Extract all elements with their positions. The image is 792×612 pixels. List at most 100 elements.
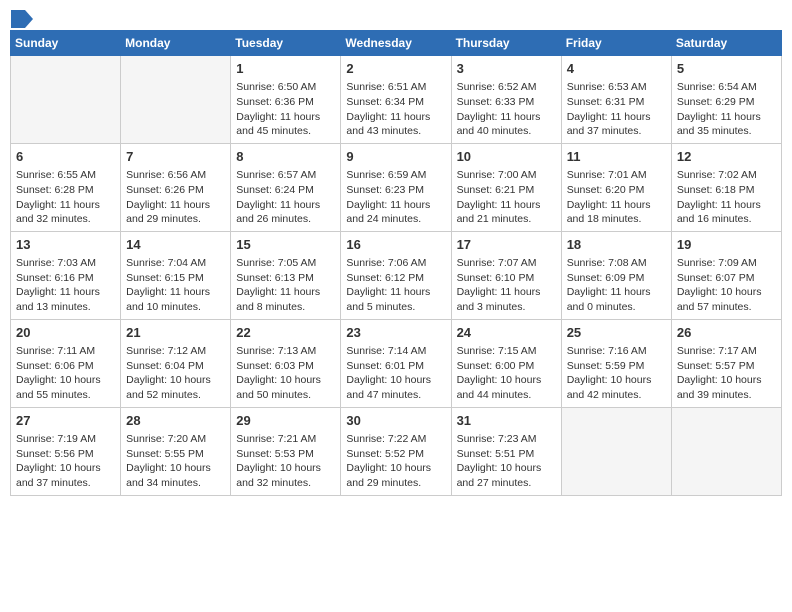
calendar-cell: 6Sunrise: 6:55 AM Sunset: 6:28 PM Daylig…: [11, 143, 121, 231]
day-number: 3: [457, 60, 556, 78]
day-number: 17: [457, 236, 556, 254]
day-number: 26: [677, 324, 776, 342]
day-info: Sunrise: 6:51 AM Sunset: 6:34 PM Dayligh…: [346, 80, 445, 139]
day-info: Sunrise: 7:07 AM Sunset: 6:10 PM Dayligh…: [457, 256, 556, 315]
calendar-cell: 11 Sunrise: 7:01 AM Sunset: 6:20 PM Dayli…: [561, 143, 671, 231]
day-info: Sunrise: 7:20 AM Sunset: 5:55 PM Dayligh…: [126, 432, 225, 491]
day-info: Sunrise: 7:19 AM Sunset: 5:56 PM Dayligh…: [16, 432, 115, 491]
calendar-cell: 24 Sunrise: 7:15 AM Sunset: 6:00 PM Dayli…: [451, 319, 561, 407]
day-number: 20: [16, 324, 115, 342]
day-number: 18: [567, 236, 666, 254]
day-number: 28: [126, 412, 225, 430]
calendar-cell: 21 Sunrise: 7:12 AM Sunset: 6:04 PM Dayli…: [121, 319, 231, 407]
calendar-week-row: 13 Sunrise: 7:03 AM Sunset: 6:16 PM Dayli…: [11, 231, 782, 319]
day-number: 30: [346, 412, 445, 430]
day-number: 19: [677, 236, 776, 254]
calendar-cell: 3 Sunrise: 6:52 AM Sunset: 6:33 PM Daylig…: [451, 56, 561, 144]
calendar-cell: 20 Sunrise: 7:11 AM Sunset: 6:06 PM Dayli…: [11, 319, 121, 407]
calendar-cell: 25 Sunrise: 7:16 AM Sunset: 5:59 PM Dayli…: [561, 319, 671, 407]
weekday-header: Sunday: [11, 31, 121, 56]
day-number: 29: [236, 412, 335, 430]
day-number: 25: [567, 324, 666, 342]
weekday-header: Saturday: [671, 31, 781, 56]
day-info: Sunrise: 7:04 AM Sunset: 6:15 PM Dayligh…: [126, 256, 225, 315]
day-info: Sunrise: 7:23 AM Sunset: 5:51 PM Dayligh…: [457, 432, 556, 491]
day-number: 5: [677, 60, 776, 78]
day-number: 23: [346, 324, 445, 342]
calendar-cell: 14Sunrise: 7:04 AM Sunset: 6:15 PM Dayli…: [121, 231, 231, 319]
day-info: Sunrise: 7:02 AM Sunset: 6:18 PM Dayligh…: [677, 168, 776, 227]
day-number: 31: [457, 412, 556, 430]
calendar-cell: 16 Sunrise: 7:06 AM Sunset: 6:12 PM Dayli…: [341, 231, 451, 319]
day-number: 9: [346, 148, 445, 166]
weekday-header: Wednesday: [341, 31, 451, 56]
calendar-cell: [121, 56, 231, 144]
calendar-cell: 29 Sunrise: 7:21 AM Sunset: 5:53 PM Dayli…: [231, 407, 341, 495]
day-info: Sunrise: 6:59 AM Sunset: 6:23 PM Dayligh…: [346, 168, 445, 227]
calendar-cell: 30 Sunrise: 7:22 AM Sunset: 5:52 PM Dayli…: [341, 407, 451, 495]
logo: [10, 10, 34, 24]
day-number: 15: [236, 236, 335, 254]
calendar-week-row: 20 Sunrise: 7:11 AM Sunset: 6:06 PM Dayli…: [11, 319, 782, 407]
calendar-cell: 26 Sunrise: 7:17 AM Sunset: 5:57 PM Dayli…: [671, 319, 781, 407]
day-number: 2: [346, 60, 445, 78]
day-info: Sunrise: 6:53 AM Sunset: 6:31 PM Dayligh…: [567, 80, 666, 139]
day-number: 11: [567, 148, 666, 166]
day-info: Sunrise: 7:15 AM Sunset: 6:00 PM Dayligh…: [457, 344, 556, 403]
day-info: Sunrise: 6:57 AM Sunset: 6:24 PM Dayligh…: [236, 168, 335, 227]
calendar-week-row: 6Sunrise: 6:55 AM Sunset: 6:28 PM Daylig…: [11, 143, 782, 231]
day-info: Sunrise: 6:50 AM Sunset: 6:36 PM Dayligh…: [236, 80, 335, 139]
calendar-cell: 23 Sunrise: 7:14 AM Sunset: 6:01 PM Dayli…: [341, 319, 451, 407]
calendar-cell: [11, 56, 121, 144]
day-number: 12: [677, 148, 776, 166]
calendar-cell: 22Sunrise: 7:13 AM Sunset: 6:03 PM Dayli…: [231, 319, 341, 407]
day-info: Sunrise: 7:00 AM Sunset: 6:21 PM Dayligh…: [457, 168, 556, 227]
calendar-cell: 5 Sunrise: 6:54 AM Sunset: 6:29 PM Daylig…: [671, 56, 781, 144]
weekday-header: Monday: [121, 31, 231, 56]
calendar-cell: 2 Sunrise: 6:51 AM Sunset: 6:34 PM Daylig…: [341, 56, 451, 144]
day-info: Sunrise: 7:17 AM Sunset: 5:57 PM Dayligh…: [677, 344, 776, 403]
day-info: Sunrise: 7:22 AM Sunset: 5:52 PM Dayligh…: [346, 432, 445, 491]
page-header: [10, 10, 782, 24]
day-info: Sunrise: 7:11 AM Sunset: 6:06 PM Dayligh…: [16, 344, 115, 403]
calendar-cell: 4 Sunrise: 6:53 AM Sunset: 6:31 PM Daylig…: [561, 56, 671, 144]
calendar-cell: 12 Sunrise: 7:02 AM Sunset: 6:18 PM Dayli…: [671, 143, 781, 231]
day-info: Sunrise: 6:54 AM Sunset: 6:29 PM Dayligh…: [677, 80, 776, 139]
day-info: Sunrise: 7:16 AM Sunset: 5:59 PM Dayligh…: [567, 344, 666, 403]
day-info: Sunrise: 7:06 AM Sunset: 6:12 PM Dayligh…: [346, 256, 445, 315]
weekday-header: Thursday: [451, 31, 561, 56]
calendar-cell: 8 Sunrise: 6:57 AM Sunset: 6:24 PM Daylig…: [231, 143, 341, 231]
calendar-cell: 13 Sunrise: 7:03 AM Sunset: 6:16 PM Dayli…: [11, 231, 121, 319]
calendar: SundayMondayTuesdayWednesdayThursdayFrid…: [10, 30, 782, 496]
day-number: 13: [16, 236, 115, 254]
day-info: Sunrise: 7:08 AM Sunset: 6:09 PM Dayligh…: [567, 256, 666, 315]
day-info: Sunrise: 7:12 AM Sunset: 6:04 PM Dayligh…: [126, 344, 225, 403]
calendar-cell: 10 Sunrise: 7:00 AM Sunset: 6:21 PM Dayli…: [451, 143, 561, 231]
day-info: Sunrise: 7:13 AM Sunset: 6:03 PM Dayligh…: [236, 344, 335, 403]
calendar-cell: [561, 407, 671, 495]
day-info: Sunrise: 7:05 AM Sunset: 6:13 PM Dayligh…: [236, 256, 335, 315]
day-number: 21: [126, 324, 225, 342]
calendar-cell: 19 Sunrise: 7:09 AM Sunset: 6:07 PM Dayli…: [671, 231, 781, 319]
day-number: 24: [457, 324, 556, 342]
day-number: 10: [457, 148, 556, 166]
day-info: Sunrise: 7:09 AM Sunset: 6:07 PM Dayligh…: [677, 256, 776, 315]
calendar-cell: 15 Sunrise: 7:05 AM Sunset: 6:13 PM Dayli…: [231, 231, 341, 319]
day-info: Sunrise: 6:52 AM Sunset: 6:33 PM Dayligh…: [457, 80, 556, 139]
calendar-week-row: 27Sunrise: 7:19 AM Sunset: 5:56 PM Dayli…: [11, 407, 782, 495]
day-number: 7: [126, 148, 225, 166]
day-number: 8: [236, 148, 335, 166]
weekday-header-row: SundayMondayTuesdayWednesdayThursdayFrid…: [11, 31, 782, 56]
day-info: Sunrise: 7:01 AM Sunset: 6:20 PM Dayligh…: [567, 168, 666, 227]
day-info: Sunrise: 7:03 AM Sunset: 6:16 PM Dayligh…: [16, 256, 115, 315]
day-number: 4: [567, 60, 666, 78]
day-info: Sunrise: 7:14 AM Sunset: 6:01 PM Dayligh…: [346, 344, 445, 403]
day-info: Sunrise: 6:56 AM Sunset: 6:26 PM Dayligh…: [126, 168, 225, 227]
calendar-cell: [671, 407, 781, 495]
weekday-header: Tuesday: [231, 31, 341, 56]
calendar-cell: 9 Sunrise: 6:59 AM Sunset: 6:23 PM Daylig…: [341, 143, 451, 231]
day-info: Sunrise: 7:21 AM Sunset: 5:53 PM Dayligh…: [236, 432, 335, 491]
day-number: 16: [346, 236, 445, 254]
calendar-cell: 18 Sunrise: 7:08 AM Sunset: 6:09 PM Dayli…: [561, 231, 671, 319]
calendar-week-row: 1Sunrise: 6:50 AM Sunset: 6:36 PM Daylig…: [11, 56, 782, 144]
